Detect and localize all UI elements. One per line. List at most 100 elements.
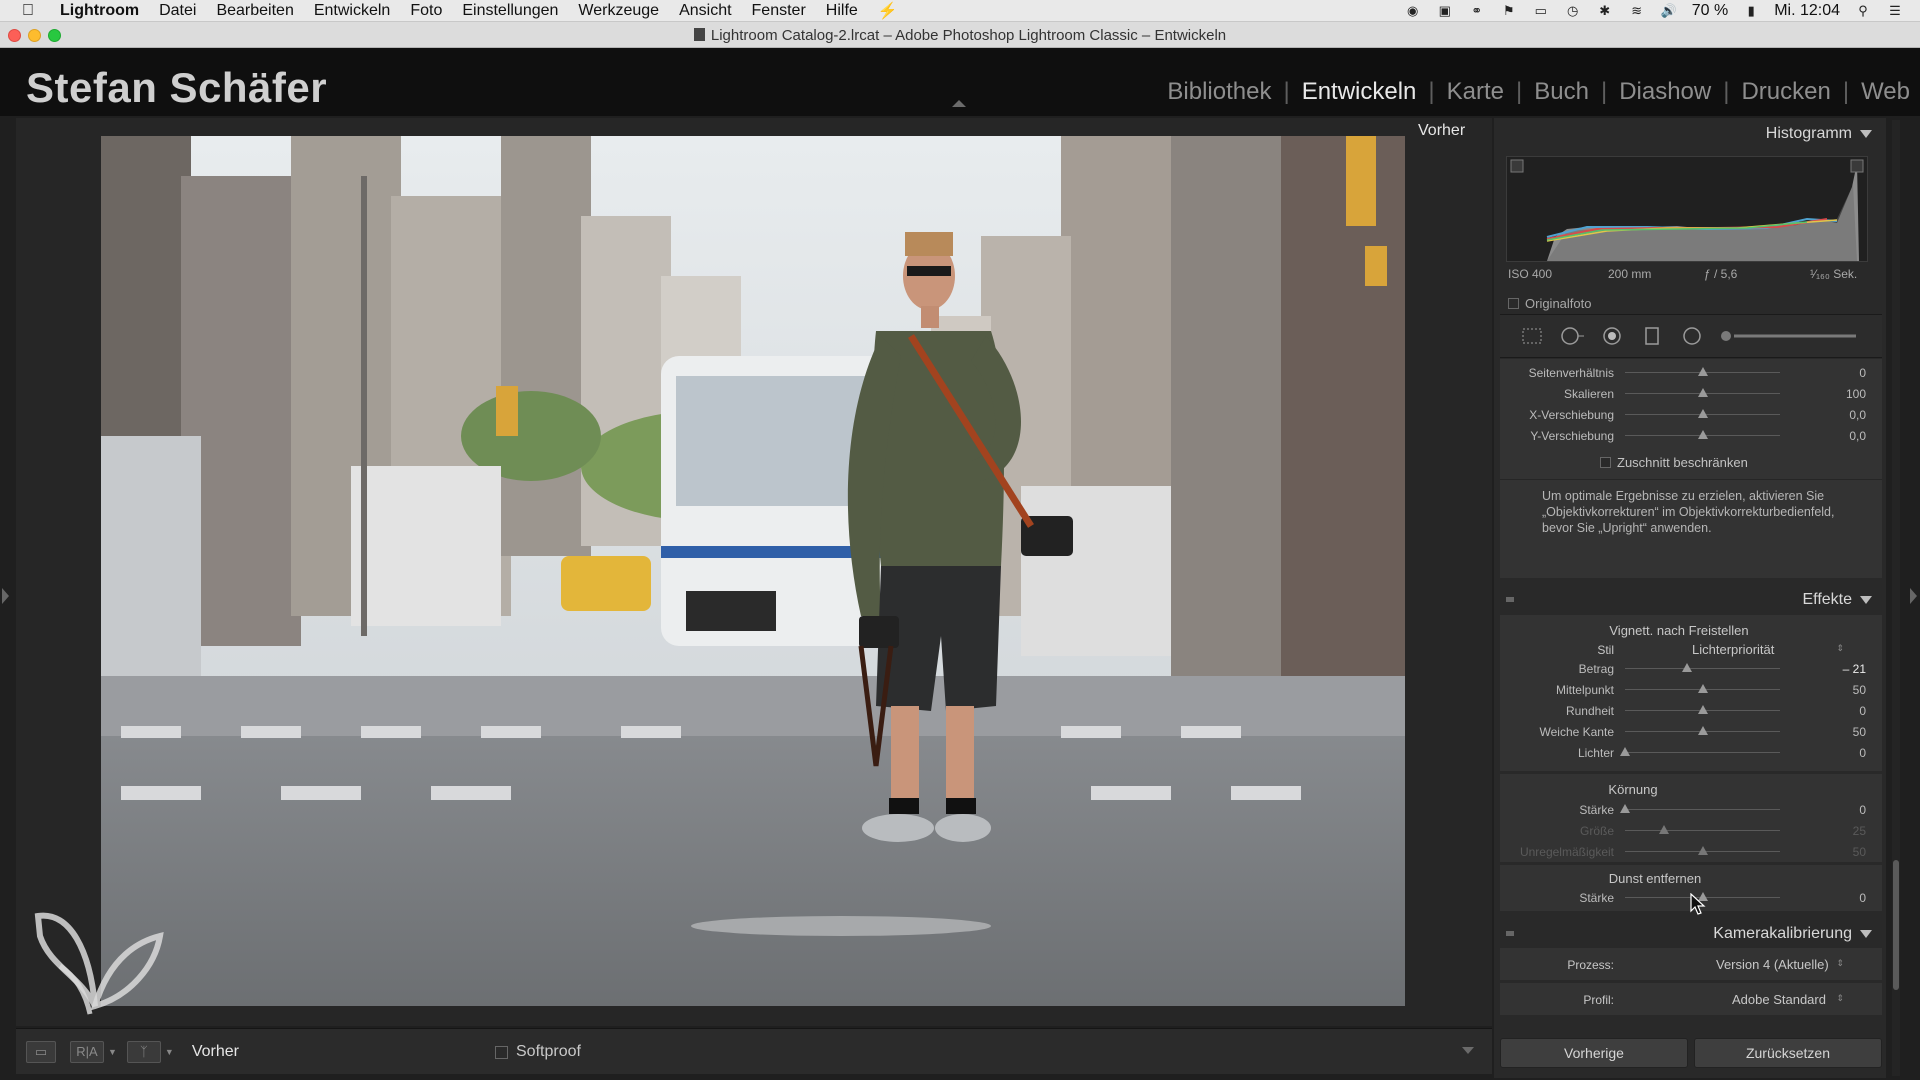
left-panel-toggle-icon[interactable] (2, 588, 9, 604)
volume-icon[interactable]: 🔊 (1660, 3, 1678, 18)
slider-vignette-roundness[interactable]: Rundheit 0 (1500, 702, 1882, 719)
softproof-checkbox[interactable] (495, 1045, 508, 1059)
crop-overlay-icon[interactable] (1520, 326, 1544, 346)
module-bibliothek[interactable]: Bibliothek (1155, 78, 1283, 106)
red-eye-icon[interactable] (1600, 326, 1624, 346)
graduated-filter-icon[interactable] (1640, 326, 1664, 346)
dropdown-value[interactable]: Adobe Standard (1732, 992, 1826, 1007)
menu-datei[interactable]: Datei (149, 2, 206, 20)
menu-app-name[interactable]: Lightroom (56, 2, 149, 20)
slider-value[interactable]: – 21 (1843, 662, 1866, 676)
airplay-icon[interactable]: ▭ (1532, 3, 1550, 18)
slider-vignette-amount[interactable]: Betrag – 21 (1500, 660, 1882, 677)
before-after-dropdown-icon[interactable]: ▼ (108, 1047, 117, 1057)
slider-vignette-feather[interactable]: Weiche Kante 50 (1500, 723, 1882, 740)
slider-thumb[interactable] (1697, 367, 1708, 376)
original-photo-toggle[interactable]: Originalfoto (1508, 296, 1591, 311)
slider-value[interactable]: 0 (1859, 704, 1866, 718)
battery-percent[interactable]: 70 % (1692, 2, 1728, 20)
profile-dropdown[interactable]: Profil: Adobe Standard ⇕ (1500, 991, 1882, 1009)
panel-switch-icon[interactable] (1506, 931, 1514, 936)
slider-value[interactable]: 50 (1853, 725, 1866, 739)
slider-value[interactable]: 0 (1859, 803, 1866, 817)
menu-foto[interactable]: Foto (400, 2, 452, 20)
collapse-triangle-icon[interactable] (1860, 930, 1872, 938)
slider-grain-amount[interactable]: Stärke 0 (1500, 801, 1882, 818)
toolbar-menu-icon[interactable] (1462, 1047, 1474, 1054)
flag-icon[interactable]: ⚑ (1500, 3, 1518, 18)
script-menu-icon[interactable]: ⚡ (868, 1, 908, 21)
menu-werkzeuge[interactable]: Werkzeuge (568, 2, 669, 20)
spot-removal-icon[interactable] (1560, 326, 1584, 346)
adjustment-brush-icon[interactable] (1720, 326, 1860, 346)
slider-value[interactable]: 0 (1859, 366, 1866, 380)
collapse-triangle-icon[interactable] (1860, 130, 1872, 138)
process-dropdown[interactable]: Prozess: Version 4 (Aktuelle) ⇕ (1500, 956, 1882, 974)
dropdown-value[interactable]: Version 4 (Aktuelle) (1716, 957, 1829, 972)
effects-header[interactable]: Effekte (1500, 584, 1882, 614)
slider-thumb[interactable] (1697, 726, 1708, 735)
menu-hilfe[interactable]: Hilfe (816, 2, 868, 20)
dropdown-updown-icon[interactable]: ⇕ (1836, 643, 1844, 654)
slider-thumb[interactable] (1697, 684, 1708, 693)
module-diashow[interactable]: Diashow (1607, 78, 1723, 106)
module-entwickeln[interactable]: Entwickeln (1290, 78, 1429, 106)
menu-fenster[interactable]: Fenster (742, 2, 816, 20)
slider-thumb[interactable] (1697, 409, 1708, 418)
record-icon[interactable]: ◉ (1404, 3, 1422, 18)
slider-value[interactable]: 0 (1859, 746, 1866, 760)
histogram-header[interactable]: Histogramm (1500, 118, 1882, 148)
before-after-button[interactable]: R|A (70, 1040, 104, 1063)
bookmark-app-icon[interactable]: ▣ (1436, 3, 1454, 18)
clock[interactable]: Mi. 12:04 (1774, 2, 1840, 20)
slider-track[interactable] (1625, 668, 1780, 669)
camera-calibration-header[interactable]: Kamerakalibrierung (1500, 918, 1882, 948)
scrollbar-thumb[interactable] (1893, 860, 1899, 990)
dropdown-updown-icon[interactable]: ⇕ (1836, 993, 1844, 1004)
histogram-chart[interactable] (1506, 156, 1868, 262)
swap-dropdown-icon[interactable]: ▼ (165, 1047, 174, 1057)
slider-thumb[interactable] (1620, 747, 1630, 756)
slider-vignette-midpoint[interactable]: Mittelpunkt 50 (1500, 681, 1882, 698)
top-panel-collapse-icon[interactable] (952, 100, 966, 107)
constrain-crop-toggle[interactable]: Zuschnitt beschränken (1600, 455, 1748, 470)
radial-filter-icon[interactable] (1680, 326, 1704, 346)
menu-entwickeln[interactable]: Entwickeln (304, 2, 400, 20)
photo-preview[interactable] (101, 136, 1405, 1006)
module-drucken[interactable]: Drucken (1729, 78, 1842, 106)
bluetooth-icon[interactable]: ✱ (1596, 3, 1614, 18)
slider-value[interactable]: 50 (1853, 683, 1866, 697)
slider-thumb[interactable] (1697, 705, 1708, 714)
slider-value[interactable]: 100 (1846, 387, 1866, 401)
spotlight-search-icon[interactable]: ⚲ (1854, 3, 1872, 18)
reset-button[interactable]: Zurücksetzen (1694, 1038, 1882, 1068)
time-machine-icon[interactable]: ◷ (1564, 3, 1582, 18)
slider-value[interactable]: 0,0 (1849, 408, 1866, 422)
original-photo-checkbox[interactable] (1508, 298, 1519, 309)
slider-thumb[interactable] (1682, 663, 1692, 672)
identity-plate[interactable]: Stefan Schäfer (26, 64, 327, 112)
menu-bearbeiten[interactable]: Bearbeiten (206, 2, 303, 20)
slider-scale[interactable]: Skalieren 100 (1500, 385, 1882, 402)
loupe-view-button[interactable]: ▭ (26, 1040, 56, 1063)
notification-center-icon[interactable]: ☰ (1886, 3, 1904, 18)
slider-value[interactable]: 0 (1859, 891, 1866, 905)
module-web[interactable]: Web (1849, 78, 1910, 106)
creative-cloud-icon[interactable]: ⚭ (1468, 3, 1486, 18)
slider-aspect[interactable]: Seitenverhältnis 0 (1500, 364, 1882, 381)
slider-track[interactable] (1625, 752, 1780, 753)
slider-thumb[interactable] (1620, 804, 1630, 813)
module-karte[interactable]: Karte (1435, 78, 1516, 106)
menu-ansicht[interactable]: Ansicht (669, 2, 741, 20)
dropdown-updown-icon[interactable]: ⇕ (1836, 958, 1844, 969)
slider-x-offset[interactable]: X-Verschiebung 0,0 (1500, 406, 1882, 423)
slider-value[interactable]: 0,0 (1849, 429, 1866, 443)
slider-thumb[interactable] (1697, 430, 1708, 439)
wifi-icon[interactable]: ≋ (1628, 3, 1646, 18)
right-panel-scrollbar[interactable] (1892, 120, 1900, 1076)
previous-button[interactable]: Vorherige (1500, 1038, 1688, 1068)
softproof-toggle[interactable]: Softproof (495, 1043, 581, 1061)
menu-einstellungen[interactable]: Einstellungen (452, 2, 568, 20)
constrain-crop-checkbox[interactable] (1600, 457, 1611, 468)
module-buch[interactable]: Buch (1522, 78, 1601, 106)
